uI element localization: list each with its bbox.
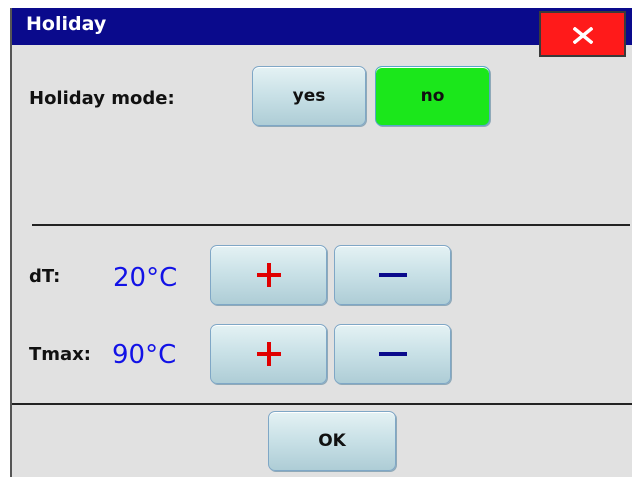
tmax-label: Tmax: (29, 344, 91, 365)
tmax-increase-button[interactable] (210, 324, 327, 384)
plus-icon (256, 342, 281, 366)
dt-label: dT: (29, 266, 61, 287)
dt-increase-button[interactable] (210, 245, 327, 305)
minus-icon (378, 273, 407, 277)
holiday-dialog: Holiday Holiday mode: yes no dT: 20°C Tm… (10, 8, 632, 477)
window-title: Holiday (26, 13, 107, 35)
ok-button[interactable]: OK (268, 411, 396, 471)
tmax-value: 90°C (112, 340, 177, 370)
holiday-mode-yes-button[interactable]: yes (252, 66, 366, 126)
close-button[interactable] (539, 11, 626, 57)
section-divider-bottom (12, 403, 632, 405)
minus-icon (378, 352, 407, 356)
tmax-decrease-button[interactable] (334, 324, 451, 384)
dt-decrease-button[interactable] (334, 245, 451, 305)
close-icon (573, 27, 593, 44)
dt-value: 20°C (113, 263, 178, 293)
holiday-mode-label: Holiday mode: (29, 88, 175, 109)
holiday-mode-no-button[interactable]: no (375, 66, 490, 126)
plus-icon (256, 263, 281, 287)
section-divider-top (32, 224, 630, 226)
